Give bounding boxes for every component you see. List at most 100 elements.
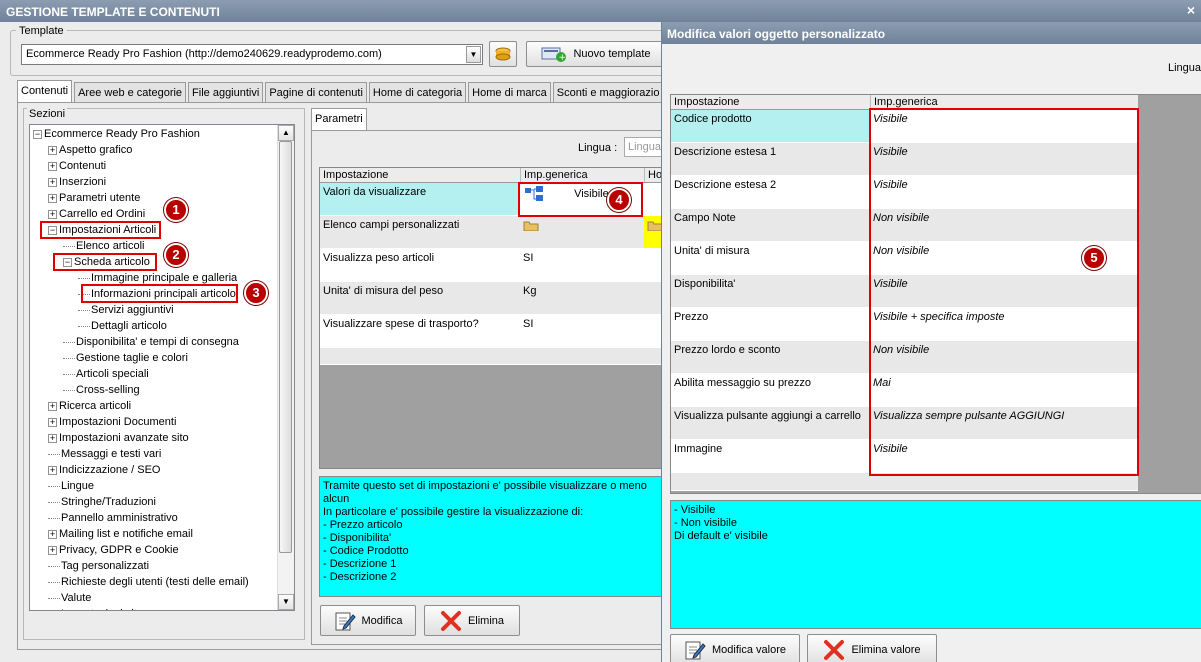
tree-item[interactable]: Tag personalizzati: [48, 558, 149, 574]
tree-connector: [48, 597, 60, 599]
collapse-icon[interactable]: −: [33, 129, 42, 139]
tab-sconti[interactable]: Sconti e maggiorazio: [552, 82, 664, 102]
badge-3: 3: [244, 281, 268, 305]
table-row[interactable]: Unita' di misura del peso Kg: [320, 282, 665, 315]
edit-icon: [685, 641, 706, 660]
elimina-button[interactable]: Elimina: [424, 605, 520, 636]
expand-icon[interactable]: +: [48, 417, 57, 427]
tree-connector: [63, 357, 75, 359]
tab-home-categoria[interactable]: Home di categoria: [368, 82, 467, 102]
tab-file-aggiuntivi[interactable]: File aggiuntivi: [188, 82, 264, 102]
tab-parametri[interactable]: Parametri: [311, 108, 367, 130]
tree-item[interactable]: Articoli speciali: [63, 366, 149, 382]
tree-item[interactable]: Lingue: [48, 478, 94, 494]
sections-tree[interactable]: − Ecommerce Ready Pro Fashion + Aspetto gra…: [29, 124, 295, 611]
table-row[interactable]: Visualizza peso articoli SI: [320, 249, 665, 282]
row-setting: Unita' di misura del peso: [320, 282, 520, 314]
tree-item[interactable]: Gestione taglie e colori: [63, 350, 188, 366]
sections-label: Sezioni: [27, 108, 68, 120]
database-button[interactable]: [489, 41, 517, 67]
tree-connector: [48, 565, 60, 567]
tree-item[interactable]: + Aspetto grafico: [48, 142, 132, 158]
tree-item[interactable]: Disponibilita' e tempi di consegna: [63, 334, 239, 350]
badge-5: 5: [1082, 246, 1106, 270]
tree-connector: [78, 309, 90, 311]
tree-item[interactable]: Valute: [48, 590, 91, 606]
tree-item-label: Cross-selling: [76, 384, 140, 396]
database-icon: [495, 47, 511, 61]
tab-contenuti[interactable]: Contenuti: [17, 80, 73, 102]
tree-item[interactable]: + Contenuti: [48, 158, 106, 174]
description-line: - Prezzo articolo: [323, 519, 403, 531]
scroll-down-icon[interactable]: ▼: [278, 594, 294, 610]
table-row[interactable]: Elenco campi personalizzati: [320, 216, 665, 249]
expand-icon[interactable]: +: [48, 465, 57, 475]
tree-scroll-thumb[interactable]: [279, 141, 292, 553]
template-select[interactable]: Ecommerce Ready Pro Fashion (http://demo…: [21, 44, 483, 65]
tree-item[interactable]: + Parametri utente: [48, 190, 140, 206]
tree-item[interactable]: + Mailing list e notifiche email: [48, 526, 193, 542]
tree-item[interactable]: + Privacy, GDPR e Cookie: [48, 542, 179, 558]
expand-icon[interactable]: +: [48, 545, 57, 555]
expand-icon[interactable]: +: [48, 193, 57, 203]
template-group-label: Template: [16, 25, 67, 37]
tree-item[interactable]: Cross-selling: [63, 382, 140, 398]
tab-home-marca[interactable]: Home di marca: [468, 82, 551, 102]
tree-item[interactable]: Servizi aggiuntivi: [78, 302, 174, 318]
row-value[interactable]: [520, 216, 644, 248]
row-value[interactable]: SI: [520, 315, 644, 347]
expand-icon[interactable]: +: [48, 145, 57, 155]
window-title-bar: GESTIONE TEMPLATE E CONTENUTI: [0, 0, 1201, 22]
tree-item-label: Valute: [61, 592, 92, 604]
modifica-valore-button[interactable]: Modifica valore: [670, 634, 800, 662]
col-header-setting: Impostazione: [323, 169, 389, 181]
elimina-valore-button[interactable]: Elimina valore: [807, 634, 937, 662]
tree-item[interactable]: + Carrello ed Ordini: [48, 206, 145, 222]
tree-connector: [48, 517, 60, 519]
highlight-box-3: [81, 284, 238, 303]
tree-item[interactable]: + Impostazioni avanzate sito: [48, 430, 189, 446]
expand-icon[interactable]: +: [48, 177, 57, 187]
row-value[interactable]: SI: [520, 249, 644, 281]
row-setting: Elenco campi personalizzati: [320, 216, 520, 248]
table-row[interactable]: Visualizzare spese di trasporto? SI: [320, 315, 665, 348]
tree-item[interactable]: Stringhe/Traduzioni: [48, 494, 156, 510]
tree-connector: [63, 373, 75, 375]
tree-item[interactable]: + Inserzioni: [48, 174, 106, 190]
tree-item[interactable]: Impostazioni sito e...: [48, 606, 161, 610]
tree-item[interactable]: Dettagli articolo: [78, 318, 167, 334]
expand-icon[interactable]: +: [48, 401, 57, 411]
tree-item[interactable]: + Impostazioni Documenti: [48, 414, 176, 430]
col-header-generic: Imp.generica: [520, 168, 644, 182]
expand-icon[interactable]: +: [48, 529, 57, 539]
expand-icon[interactable]: +: [48, 161, 57, 171]
tree-item[interactable]: − Ecommerce Ready Pro Fashion: [33, 126, 200, 142]
tree-item[interactable]: + Indicizzazione / SEO: [48, 462, 161, 478]
tree-connector: [48, 501, 60, 503]
lingua-select[interactable]: Lingua: [624, 137, 666, 157]
close-icon[interactable]: ×: [1187, 2, 1195, 18]
tree-connector: [48, 581, 60, 583]
tree-item[interactable]: Elenco articoli: [63, 238, 144, 254]
tree-item[interactable]: + Ricerca articoli: [48, 398, 131, 414]
scroll-up-icon[interactable]: ▲: [278, 125, 294, 141]
tree-item[interactable]: Pannello amministrativo: [48, 510, 178, 526]
tab-pagine-contenuti[interactable]: Pagine di contenuti: [265, 82, 367, 102]
expand-icon[interactable]: +: [48, 433, 57, 443]
new-template-button[interactable]: + Nuovo template: [526, 41, 666, 67]
edit-icon: [335, 612, 356, 630]
tree-item[interactable]: Messaggi e testi vari: [48, 446, 161, 462]
highlight-box-5: [869, 108, 1139, 476]
modifica-button[interactable]: Modifica: [320, 605, 416, 636]
expand-icon[interactable]: +: [48, 209, 57, 219]
row-value[interactable]: Kg: [520, 282, 644, 314]
tab-aree-web[interactable]: Aree web e categorie: [74, 82, 187, 102]
tree-item[interactable]: Richieste degli utenti (testi delle emai…: [48, 574, 249, 590]
folder-icon: [523, 221, 539, 232]
tree-item-label: Carrello ed Ordini: [59, 208, 146, 220]
row-setting: Prezzo lordo e sconto: [671, 341, 870, 373]
chevron-down-icon[interactable]: ▼: [466, 46, 481, 63]
description-line: - Codice Prodotto: [323, 545, 409, 557]
delete-icon: [440, 610, 461, 631]
tree-connector: [48, 485, 60, 487]
